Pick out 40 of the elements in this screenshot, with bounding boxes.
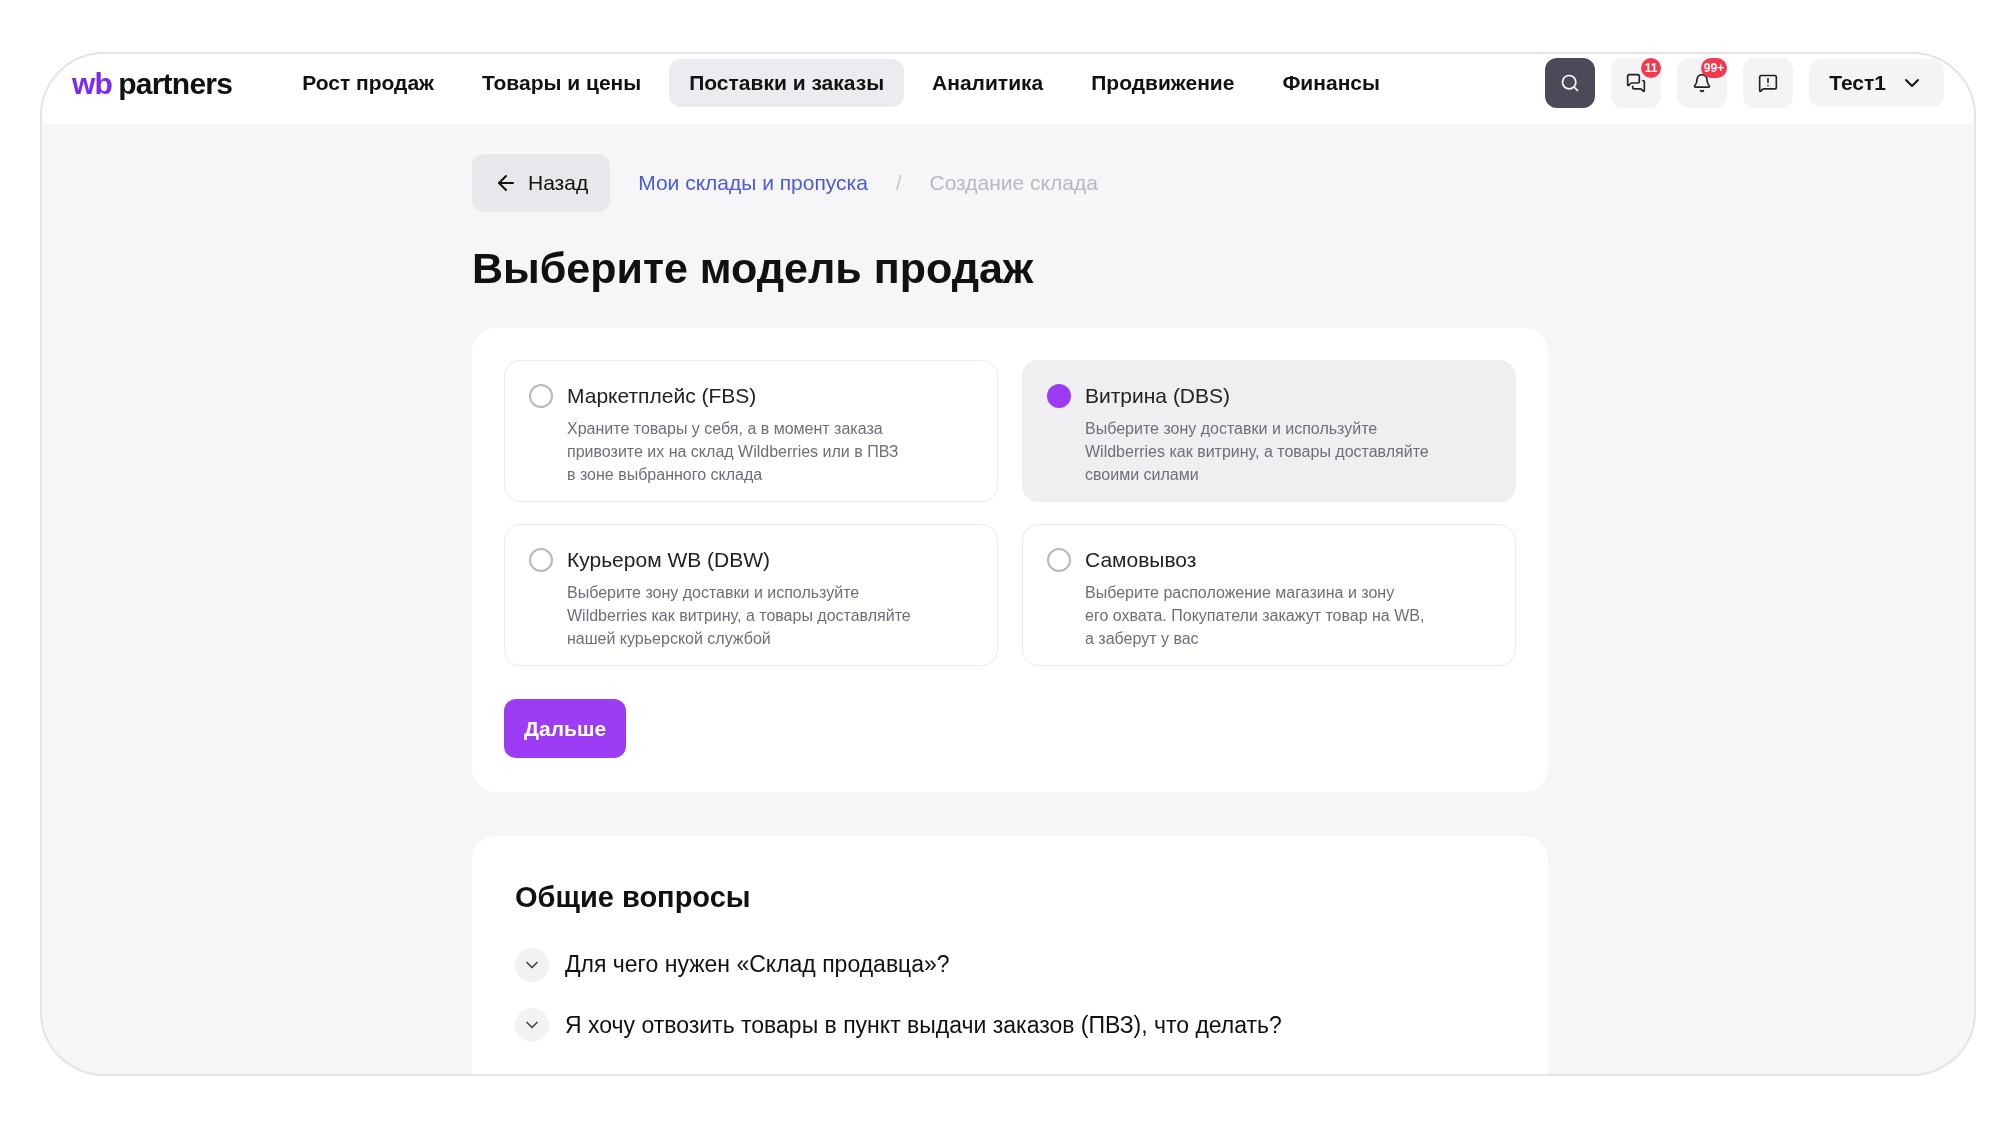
option-description: Выберите зону доставки и используйте Wildberries как витрину, а товары доставляйте нашей курьерской службой	[567, 582, 911, 649]
next-button[interactable]: Дальше	[504, 698, 627, 758]
radio-button[interactable]	[529, 547, 553, 572]
chevron-icon	[515, 1008, 549, 1042]
search-icon	[1560, 73, 1581, 93]
breadcrumb-link[interactable]: Мои склады и пропуска	[638, 167, 868, 199]
bell-button[interactable]: 99+	[1677, 58, 1728, 108]
search-button[interactable]	[1545, 58, 1596, 108]
option-description: Храните товары у себя, а в момент заказа привозите их на склад Wildberries или в ПВЗ в зоне выбранного склада	[567, 418, 899, 485]
count-badge: 11	[1641, 58, 1662, 78]
nav-tab[interactable]: Поставки и заказы	[669, 59, 905, 107]
help-chat-icon	[1758, 73, 1779, 93]
chevron-icon	[515, 947, 549, 982]
option-title: Маркетплейс (FBS)	[567, 382, 758, 409]
faq-title: Общие вопросы	[515, 879, 752, 915]
faq-item[interactable]: Я хочу отвозить товары в пункт выдачи заказов (ПВЗ), что делать?	[515, 1007, 1505, 1043]
count-badge: 99+	[1700, 58, 1728, 78]
bell-icon	[1692, 73, 1713, 93]
breadcrumb-separator: /	[895, 171, 902, 196]
option-title: Витрина (DBS)	[1085, 382, 1232, 409]
option-card[interactable]: Маркетплейс (FBS) Храните товары у себя, а в момент заказа привозите их на склад Wildberries или в ПВЗ в зоне выбранного склада	[504, 359, 998, 502]
user-menu[interactable]: Тест1	[1809, 59, 1944, 107]
option-card[interactable]: Курьером WB (DBW) Выберите зону доставки и используйте Wildberries как витрину, а товары доставляйте нашей курьерской службой	[504, 523, 998, 666]
option-description: Выберите зону доставки и используйте Wildberries как витрину, а товары доставляйте своими силами	[1085, 418, 1429, 485]
option-description: Выберите расположение магазина и зону его охвата. Покупатели закажут товар на WB, а заберут у вас	[1085, 582, 1425, 649]
option-card[interactable]: Самовывоз Выберите расположение магазина и зону его охвата. Покупатели закажут товар на WB, а заберут у вас	[1022, 523, 1516, 666]
radio-button[interactable]	[1047, 547, 1071, 572]
logo[interactable]: wb partners	[72, 60, 233, 106]
radio-button[interactable]	[1047, 383, 1071, 408]
option-title: Курьером WB (DBW)	[567, 546, 772, 573]
page-title: Выберите модель продаж	[472, 243, 1035, 294]
help-button[interactable]	[1743, 58, 1794, 108]
chat-icon	[1626, 73, 1647, 93]
option-title: Самовывоз	[1085, 546, 1198, 573]
option-card[interactable]: Витрина (DBS) Выберите зону доставки и используйте Wildberries как витрину, а товары доставляйте своими силами	[1022, 359, 1516, 502]
radio-button[interactable]	[529, 383, 553, 408]
chat-button[interactable]: 11	[1611, 58, 1662, 108]
back-button[interactable]: Назад	[472, 154, 611, 212]
faq-item[interactable]: Для чего нужен «Склад продавца»?	[515, 947, 1505, 982]
breadcrumb-current: Создание склада	[929, 170, 1098, 197]
